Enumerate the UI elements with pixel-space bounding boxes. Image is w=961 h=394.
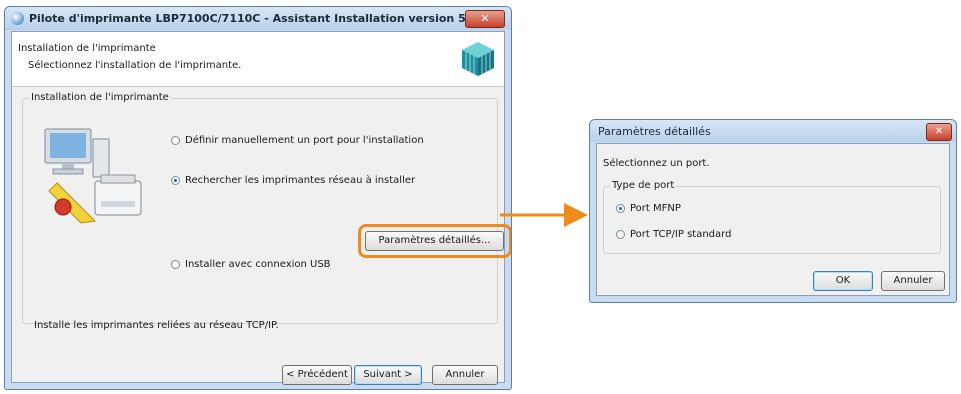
dialog-cancel-button[interactable]: Annuler [881,271,945,291]
port-type-group-label: Type de port [610,180,677,191]
option-port-tcpip[interactable]: Port TCP/IP standard [616,229,731,240]
dialog-title: Paramètres détaillés [598,125,711,138]
dialog-client-area: Sélectionnez un port. Type de port Port … [596,143,950,296]
detailed-settings-dialog: Paramètres détaillés ✕ Sélectionnez un p… [589,119,957,303]
dialog-close-button[interactable]: ✕ [926,123,952,141]
network-search-radio[interactable] [171,176,180,185]
printer-cube-icon [462,42,494,76]
installation-group: Installation de l'imprimante Définir man… [22,92,498,324]
detailed-settings-button[interactable]: Paramètres détaillés... [365,231,504,251]
usb-radio[interactable] [171,260,180,269]
installer-window: Pilote d'imprimante LBP7100C/7110C - Ass… [4,6,512,390]
port-tcpip-radio[interactable] [616,230,625,239]
option-port-tcpip-label: Port TCP/IP standard [630,229,732,240]
option-port-mfnp[interactable]: Port MFNP [616,203,681,214]
dialog-prompt: Sélectionnez un port. [603,158,710,169]
option-usb[interactable]: Installer avec connexion USB [171,259,331,270]
installer-app-icon [11,12,24,25]
option-manual-port-label: Définir manuellement un port pour l'inst… [185,135,424,146]
port-type-group: Type de port Port MFNP Port TCP/IP stand… [603,180,941,254]
installer-client-area: Installation de l'imprimante Sélectionne… [11,31,511,385]
installer-header: Installation de l'imprimante Sélectionne… [12,32,504,87]
arrow-right-icon [500,203,588,227]
previous-button[interactable]: < Précédent [282,365,352,385]
header-title: Installation de l'imprimante [18,43,156,54]
cancel-button[interactable]: Annuler [432,365,498,385]
dialog-ok-button[interactable]: OK [813,271,873,291]
option-network-search-label: Rechercher les imprimantes réseau à inst… [185,175,416,186]
installation-group-label: Installation de l'imprimante [29,92,171,103]
installer-window-title: Pilote d'imprimante LBP7100C/7110C - Ass… [29,12,486,25]
manual-port-radio[interactable] [171,136,180,145]
option-usb-label: Installer avec connexion USB [185,259,331,270]
next-button[interactable]: Suivant > [354,365,422,385]
option-port-mfnp-label: Port MFNP [630,203,681,214]
header-subtitle: Sélectionnez l'installation de l'imprima… [28,60,242,71]
option-description: Installe les imprimantes reliées au rése… [34,320,279,331]
port-mfnp-radio[interactable] [616,204,625,213]
option-manual-port[interactable]: Définir manuellement un port pour l'inst… [171,135,424,146]
network-printer-illustration-icon [44,128,142,224]
installer-titlebar[interactable]: Pilote d'imprimante LBP7100C/7110C - Ass… [5,7,511,30]
installer-close-button[interactable]: ✕ [465,10,505,28]
option-network-search[interactable]: Rechercher les imprimantes réseau à inst… [171,175,415,186]
dialog-titlebar[interactable]: Paramètres détaillés ✕ [590,120,956,142]
